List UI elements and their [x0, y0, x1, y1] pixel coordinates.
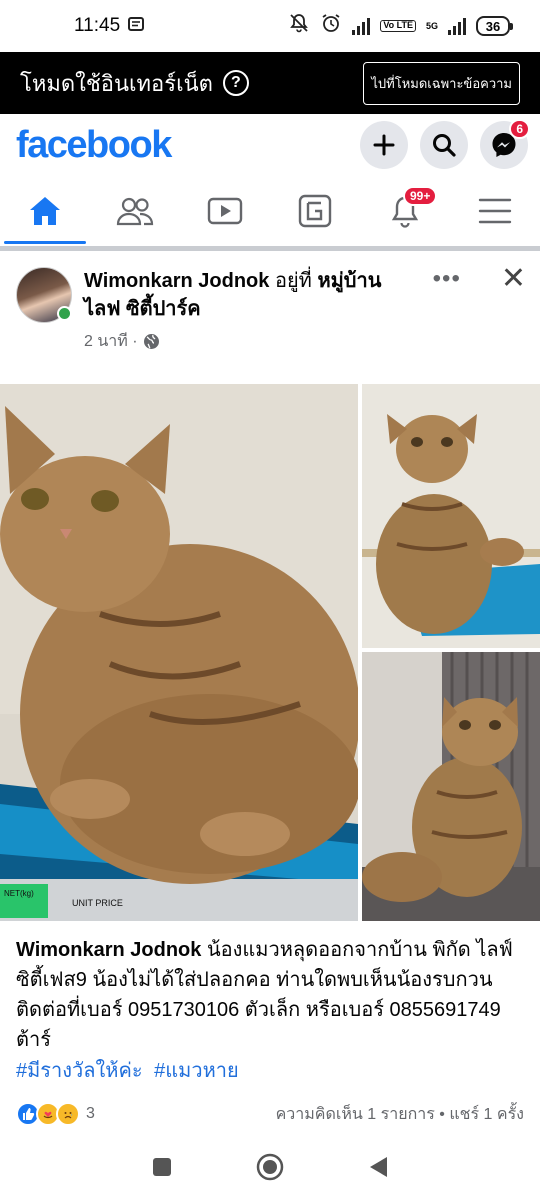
search-icon: [433, 134, 456, 157]
post-time[interactable]: 2 นาที ·: [84, 329, 424, 354]
reactions-bar: 3 ความคิดเห็น 1 รายการ • แชร์ 1 ครั้ง: [0, 1087, 540, 1131]
location-link-2[interactable]: ไลฟ ซิตี้ปาร์ค: [84, 298, 201, 320]
hashtags: #มีรางวัลให้ค่ะ #แมวหาย: [0, 1055, 540, 1087]
comments-shares-count[interactable]: ความคิดเห็น 1 รายการ • แชร์ 1 ครั้ง: [276, 1102, 524, 1127]
status-bar: 11:45 Vo LTE 5G 36: [0, 0, 540, 52]
clock: 11:45: [74, 15, 121, 36]
tab-notifications[interactable]: 99+: [360, 176, 450, 246]
scale-label-unit: UNIT PRICE: [72, 898, 123, 908]
reaction-count: 3: [86, 1105, 95, 1122]
post-body: Wimonkarn Jodnok น้องแมวหลุดออกจากบ้าน พ…: [0, 921, 540, 1055]
mute-icon: [288, 12, 310, 40]
cat-photo-1[interactable]: NET(kg) UNIT PRICE: [0, 384, 358, 921]
location-link[interactable]: หมู่บ้าน: [317, 270, 381, 292]
help-icon[interactable]: ?: [222, 70, 249, 96]
close-icon[interactable]: ✕: [501, 264, 526, 294]
scale-label-net: NET(kg): [4, 889, 34, 898]
free-mode-banner: โหมดใช้อินเทอร์เน็ต ? ไปที่โหมดเฉพาะข้อค…: [0, 52, 540, 114]
alarm-icon: [320, 12, 342, 40]
more-options-icon[interactable]: •••: [433, 267, 461, 291]
globe-icon: [143, 334, 159, 349]
signal-icon-2: [448, 17, 466, 35]
home-nav-button[interactable]: [255, 1152, 285, 1187]
online-status-dot: [57, 306, 72, 321]
text-only-mode-button[interactable]: ไปที่โหมดเฉพาะข้อความ: [363, 61, 520, 105]
back-triangle-icon: [370, 1156, 387, 1177]
free-mode-label: โหมดใช้อินเทอร์เน็ต: [20, 70, 213, 96]
signal-icon: [352, 17, 371, 35]
groups-icon: [298, 194, 332, 228]
cat-photo-3[interactable]: [362, 652, 540, 921]
feed-post: Wimonkarn Jodnok อยู่ที่ หมู่บ้าน ไลฟ ซิ…: [0, 251, 540, 1144]
facebook-logo[interactable]: facebook: [16, 124, 172, 167]
back-button[interactable]: [367, 1155, 389, 1184]
message-notification-icon: [128, 15, 145, 37]
home-circle-icon: [256, 1153, 284, 1180]
hashtag-link[interactable]: #แมวหาย: [154, 1060, 239, 1082]
notifications-badge: 99+: [403, 186, 438, 206]
recents-button[interactable]: [151, 1156, 173, 1183]
video-icon: [207, 197, 243, 225]
messenger-button[interactable]: 6: [480, 119, 530, 169]
home-icon: [30, 197, 60, 225]
system-nav-bar: [0, 1138, 540, 1200]
plus-icon: [373, 134, 395, 156]
tab-home[interactable]: [0, 176, 90, 246]
main-tabs: 99+: [0, 176, 540, 246]
volte-icon: Vo LTE: [380, 20, 416, 32]
reaction-summary[interactable]: 3: [16, 1102, 95, 1126]
signal-5g-indicator: 5G: [425, 20, 438, 31]
photo-grid[interactable]: NET(kg) UNIT PRICE: [0, 384, 540, 921]
messenger-badge: 6: [509, 119, 530, 139]
create-button[interactable]: [360, 121, 408, 169]
search-button[interactable]: [420, 121, 468, 169]
tab-friends[interactable]: [90, 176, 180, 246]
hashtag-link[interactable]: #มีรางวัลให้ค่ะ: [16, 1060, 143, 1082]
app-header: facebook 6: [0, 114, 540, 176]
location-prefix: อยู่ที่: [274, 270, 312, 292]
post-time-text: 2 นาที ·: [84, 333, 138, 350]
author-name[interactable]: Wimonkarn Jodnok: [84, 270, 269, 292]
sad-reaction-icon: [56, 1102, 80, 1126]
battery-icon: 36: [476, 16, 513, 36]
post-author-line: Wimonkarn Jodnok อยู่ที่ หมู่บ้าน ไลฟ ซิ…: [84, 267, 424, 323]
friends-icon: [116, 197, 154, 226]
cat-photo-2[interactable]: [362, 384, 540, 648]
avatar[interactable]: [16, 267, 72, 323]
tab-groups[interactable]: [270, 176, 360, 246]
hamburger-icon: [478, 198, 512, 224]
tab-menu[interactable]: [450, 176, 540, 246]
recents-icon: [153, 1157, 171, 1176]
post-author-inline[interactable]: Wimonkarn Jodnok: [16, 939, 201, 961]
tab-watch[interactable]: [180, 176, 270, 246]
